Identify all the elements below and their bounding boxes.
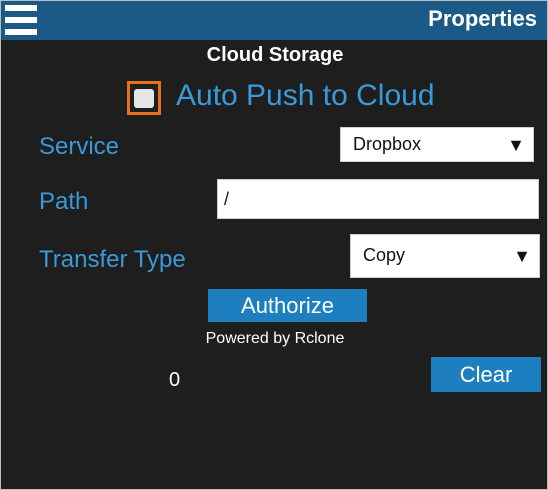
transfer-type-select[interactable]: Copy ▼ [350,234,540,278]
checkbox-box [134,89,154,108]
service-select-value: Dropbox [353,134,422,154]
service-select[interactable]: Dropbox ▼ [340,127,534,162]
transfer-type-select-value: Copy [363,245,406,265]
chevron-down-icon: ▼ [513,246,531,266]
properties-panel: Properties Cloud Storage Auto Push to Cl… [0,0,548,490]
authorize-button[interactable]: Authorize [208,289,367,322]
clear-button[interactable]: Clear [431,357,541,392]
header-title: Properties [428,6,537,31]
path-label: Path [39,188,89,215]
section-title: Cloud Storage [206,44,344,66]
path-input[interactable] [217,179,539,219]
auto-push-label: Auto Push to Cloud [176,79,435,112]
powered-by-text: Powered by Rclone [205,330,345,347]
service-label: Service [39,133,120,160]
transfer-type-label: Transfer Type [39,246,186,273]
auto-push-checkbox[interactable] [127,81,161,115]
header-bar: Properties [1,1,547,40]
counter-value: 0 [169,369,181,391]
hamburger-menu-icon[interactable] [5,3,37,37]
chevron-down-icon: ▼ [507,135,525,155]
